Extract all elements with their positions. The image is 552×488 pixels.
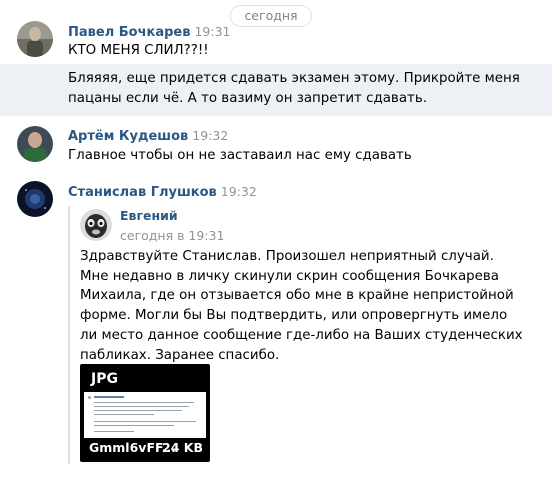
message-artem: Артём Кудешов 19:32 Главное чтобы он не з… [0, 122, 552, 172]
message-time[interactable]: 19:31 [194, 24, 230, 39]
image-attachment[interactable]: JPG Gmml6vFF... 24 KB [80, 364, 210, 462]
avatar[interactable] [17, 181, 53, 217]
author-name[interactable]: Павел Бочкарев 19:31 [68, 24, 230, 40]
attachment-type: JPG [91, 371, 118, 387]
message-time[interactable]: 19:32 [192, 128, 228, 143]
avatar[interactable] [17, 126, 53, 162]
forwarded-bar [68, 206, 70, 464]
attachment-preview-thumbnail [84, 392, 206, 438]
message-text: КТО МЕНЯ СЛИЛ??!! [68, 43, 209, 58]
message-pavel: Павел Бочкарев 19:31 КТО МЕНЯ СЛИЛ??!! [0, 15, 552, 65]
forwarded-author[interactable]: Евгений [120, 208, 178, 223]
avatar[interactable] [17, 21, 53, 57]
message-time[interactable]: 19:32 [221, 184, 257, 199]
author-name[interactable]: Станислав Глушков 19:32 [68, 184, 257, 200]
message-text: Главное чтобы он не заставаил нас ему сд… [68, 148, 412, 163]
message-highlighted: Бляяяя, еще придется сдавать экзамен это… [0, 64, 552, 116]
forwarded-date[interactable]: сегодня в 19:31 [120, 228, 224, 243]
attachment-size: 24 KB [162, 440, 203, 455]
forwarded-text: Здравствуйте Станислав. Произошел неприя… [80, 249, 523, 363]
author-name[interactable]: Артём Кудешов 19:32 [68, 128, 228, 144]
forwarded-avatar[interactable] [80, 209, 112, 241]
message-stanislav: Станислав Глушков 19:32 [0, 178, 552, 218]
message-text: Бляяяя, еще придется сдавать экзамен это… [68, 71, 520, 106]
